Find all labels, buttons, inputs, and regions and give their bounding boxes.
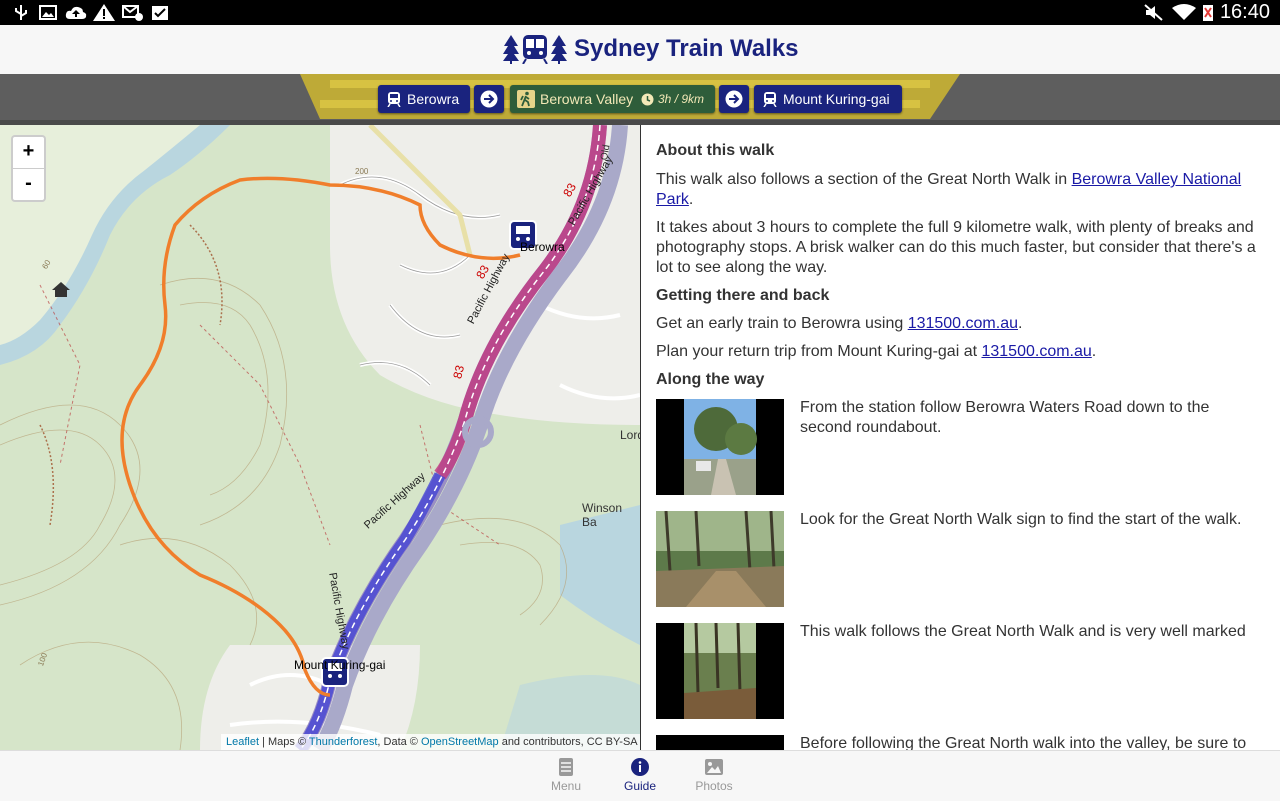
- zoom-out-button[interactable]: -: [13, 169, 44, 200]
- info-icon: [631, 758, 649, 776]
- zoom-in-button[interactable]: +: [13, 137, 44, 169]
- there-text: Get an early train to Berowra using: [656, 315, 908, 332]
- back-paragraph: Plan your return trip from Mount Kuring-…: [656, 342, 1266, 362]
- there-link[interactable]: 131500.com.au: [908, 315, 1018, 332]
- step-photo-3[interactable]: [656, 623, 784, 719]
- thunderforest-link[interactable]: Thunderforest: [309, 736, 377, 748]
- attribution-rest: and contributors, CC BY-SA: [498, 736, 638, 748]
- time-paragraph: It takes about 3 hours to complete the f…: [656, 219, 1256, 276]
- map-tiles[interactable]: [0, 125, 640, 750]
- back-end: .: [1091, 343, 1097, 360]
- clock: 16:40: [1219, 1, 1270, 23]
- step-photo-2[interactable]: [656, 511, 784, 607]
- warning-icon: [93, 4, 115, 21]
- step-text-1: From the station follow Berowra Waters R…: [800, 399, 1210, 436]
- back-text: Plan your return trip from Mount Kuring-…: [656, 343, 982, 360]
- forest-track-photo: [656, 623, 784, 719]
- about-heading: About this walk: [656, 142, 775, 159]
- attribution-sep1: | Maps ©: [259, 736, 309, 748]
- nav-guide[interactable]: Guide: [603, 757, 677, 793]
- status-bar: 16:40: [0, 0, 1280, 25]
- leaflet-link[interactable]: Leaflet: [226, 736, 259, 748]
- there-end: .: [1018, 315, 1023, 332]
- train-icon: [387, 92, 401, 107]
- clock-icon: [641, 93, 654, 106]
- nav-menu-label: Menu: [550, 779, 582, 793]
- arrow-right-circle-icon: [725, 90, 743, 108]
- zoom-control: + -: [11, 135, 46, 202]
- map-label-winson: Winson Ba: [582, 501, 623, 529]
- mute-icon: [1144, 4, 1163, 21]
- nav-menu[interactable]: Menu: [529, 757, 603, 793]
- map-label-berowra: Berowra: [520, 240, 565, 254]
- image-icon: [39, 5, 57, 20]
- about-end: .: [688, 191, 694, 208]
- nav-photos-label: Photos: [695, 779, 733, 793]
- about-paragraph: This walk also follows a section of the …: [656, 170, 1266, 210]
- battery-icon: [1203, 5, 1213, 21]
- street-photo: [656, 399, 784, 495]
- next-arrow-button-2[interactable]: [719, 85, 749, 113]
- step-text-4: Before following the Great North walk in…: [800, 735, 1247, 750]
- train-trees-logo-icon: [503, 35, 567, 64]
- walk-name: Berowra Valley: [540, 91, 634, 107]
- map-label-contour-200: 200: [355, 167, 369, 176]
- end-station-button[interactable]: Mount Kuring-gai: [754, 85, 902, 113]
- cloud-upload-icon: [65, 6, 87, 19]
- arrow-right-circle-icon: [480, 90, 498, 108]
- map-label-mount-kuring-gai: Mount Kuring-gai: [294, 658, 386, 672]
- getting-heading: Getting there and back: [656, 287, 830, 304]
- step-text-3: This walk follows the Great North Walk a…: [800, 623, 1246, 640]
- hiker-icon: [517, 90, 535, 108]
- wifi-icon: [1172, 4, 1196, 20]
- step-photo-4[interactable]: [656, 735, 784, 750]
- start-station-button[interactable]: Berowra: [378, 85, 470, 113]
- end-station-label: Mount Kuring-gai: [783, 91, 890, 107]
- step-text-2: Look for the Great North Walk sign to fi…: [800, 511, 1242, 528]
- along-heading: Along the way: [656, 371, 765, 388]
- app-title: Sydney Train Walks: [574, 35, 799, 62]
- menu-icon: [559, 758, 573, 776]
- route-bar: Berowra Berowra Valley 3h / 9km Mount Ku…: [0, 74, 1280, 125]
- walk-meta: 3h / 9km: [658, 92, 705, 106]
- walk-info-button[interactable]: Berowra Valley 3h / 9km: [510, 85, 715, 113]
- usb-icon: [15, 5, 27, 20]
- nav-photos[interactable]: Photos: [677, 757, 751, 793]
- about-text: This walk also follows a section of the …: [656, 171, 1072, 188]
- step-photo-1[interactable]: [656, 399, 784, 495]
- guide-panel[interactable]: About this walk This walk also follows a…: [641, 125, 1280, 750]
- map-label-lord: Lord: [620, 428, 640, 442]
- map-attribution: Leaflet | Maps © Thunderforest, Data © O…: [221, 734, 643, 750]
- train-icon: [763, 92, 777, 107]
- photo-icon: [705, 759, 723, 775]
- clipboard-check-icon: [152, 6, 168, 20]
- map-view[interactable]: Berowra Mount Kuring-gai Winson Ba Lord …: [0, 125, 640, 750]
- trail-start-photo: [656, 511, 784, 607]
- nav-guide-label: Guide: [623, 779, 657, 793]
- back-link[interactable]: 131500.com.au: [981, 343, 1091, 360]
- start-station-label: Berowra: [407, 91, 460, 107]
- mail-settings-icon: [122, 5, 143, 21]
- attribution-sep2: , Data ©: [377, 736, 421, 748]
- bottom-navigation: Menu Guide Photos: [0, 750, 1280, 801]
- app-bar: Sydney Train Walks: [0, 25, 1280, 75]
- next-arrow-button-1[interactable]: [474, 85, 504, 113]
- openstreetmap-link[interactable]: OpenStreetMap: [421, 736, 499, 748]
- there-paragraph: Get an early train to Berowra using 1315…: [656, 314, 1266, 334]
